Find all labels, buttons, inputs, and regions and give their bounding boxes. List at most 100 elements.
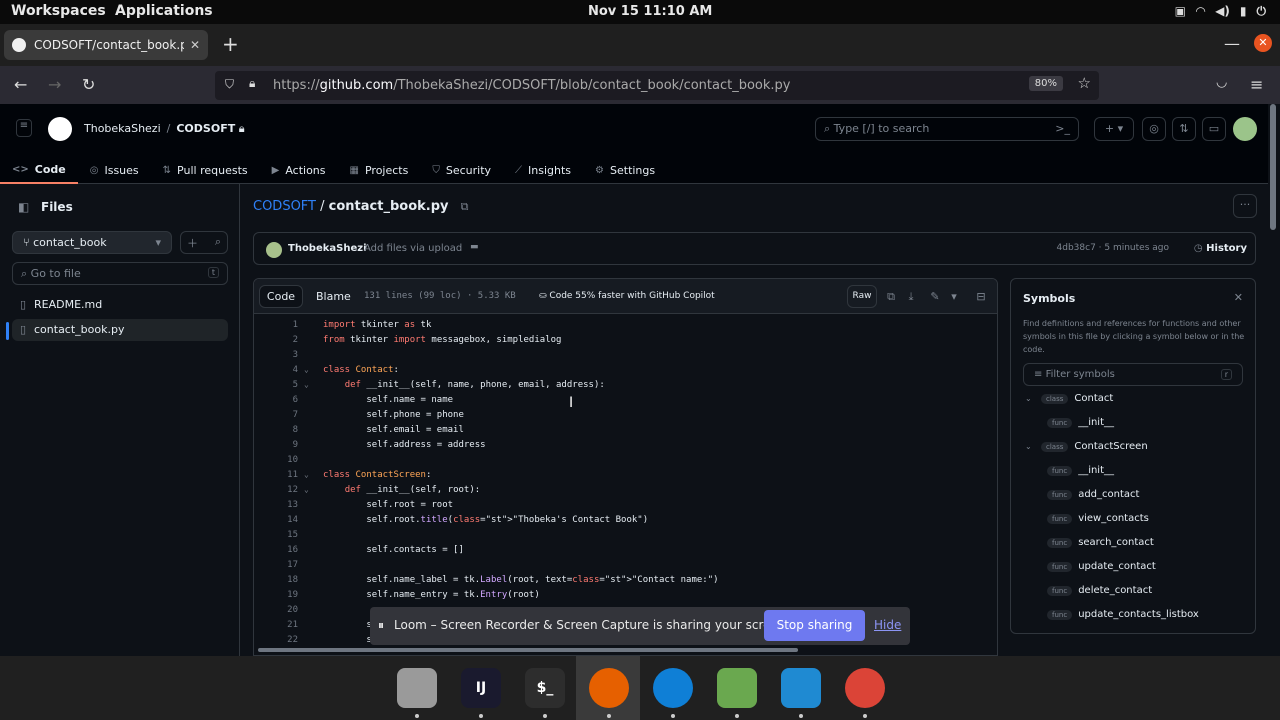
- inbox-icon[interactable]: ▭: [1202, 117, 1226, 141]
- close-tab-icon[interactable]: ✕: [190, 38, 200, 52]
- hide-button[interactable]: Hide: [874, 618, 901, 632]
- chrome-app-icon[interactable]: [845, 668, 885, 708]
- line-number[interactable]: 21: [254, 620, 298, 630]
- line-number[interactable]: 14: [254, 515, 298, 525]
- add-file-button[interactable]: ＋ ⌕: [180, 231, 228, 254]
- line-number[interactable]: 9: [254, 440, 298, 450]
- bookmark-star-icon[interactable]: ☆: [1078, 74, 1091, 92]
- search-files-icon[interactable]: ⌕: [215, 235, 221, 249]
- pull-requests-icon[interactable]: ⇅: [1172, 117, 1196, 141]
- commit-author[interactable]: ThobekaShezi: [288, 243, 367, 254]
- repo-link[interactable]: CODSOFT: [176, 122, 235, 135]
- back-icon[interactable]: ←: [14, 75, 27, 94]
- tab-pull-requests[interactable]: ⇅ Pull requests: [151, 156, 260, 184]
- hamburger-icon[interactable]: ≡: [16, 119, 32, 137]
- horizontal-scrollbar[interactable]: [258, 648, 798, 652]
- more-options-button[interactable]: ···: [1233, 194, 1257, 218]
- line-number[interactable]: 10: [254, 455, 298, 465]
- tab-actions[interactable]: ▶ Actions: [260, 156, 338, 184]
- line-number[interactable]: 16: [254, 545, 298, 555]
- forward-icon[interactable]: →: [48, 75, 61, 94]
- symbol-item[interactable]: func update_contact: [1047, 561, 1156, 572]
- workspaces-menu[interactable]: Workspaces: [11, 3, 106, 19]
- code-body[interactable]: 1 import tkinter as tk 2 from tkinter impor…: [254, 319, 997, 655]
- download-icon[interactable]: ⤓: [901, 285, 921, 308]
- fold-chevron-icon[interactable]: ⌄: [304, 470, 309, 479]
- line-number[interactable]: 4: [254, 365, 298, 375]
- tab-issues[interactable]: ◎ Issues: [78, 156, 151, 184]
- battery-icon[interactable]: ▮: [1240, 4, 1247, 19]
- copilot-promo[interactable]: ⛀ Code 55% faster with GitHub Copilot: [539, 291, 715, 301]
- pocket-icon[interactable]: ◡: [1216, 75, 1227, 90]
- line-number[interactable]: 20: [254, 605, 298, 615]
- url-bar[interactable]: ⛉ 🔒︎ https://github.com/ThobekaShezi/COD…: [215, 71, 1099, 100]
- copy-path-icon[interactable]: ⧉: [461, 200, 469, 213]
- close-icon[interactable]: ✕: [1234, 291, 1243, 304]
- system-tray[interactable]: ▣ ◠ ◀) ▮ ⏻: [1175, 4, 1266, 19]
- files-app-icon[interactable]: [397, 668, 437, 708]
- screen-icon[interactable]: ▣: [1175, 4, 1186, 19]
- vertical-scrollbar[interactable]: [1270, 104, 1276, 230]
- line-number[interactable]: 6: [254, 395, 298, 405]
- issues-icon[interactable]: ◎: [1142, 117, 1166, 141]
- search-input[interactable]: ⌕ Type [/] to search >_: [815, 117, 1079, 141]
- tab-security[interactable]: ⛉ Security: [420, 156, 503, 184]
- create-new-button[interactable]: + ▾: [1094, 117, 1134, 141]
- fold-chevron-icon[interactable]: ⌄: [304, 365, 309, 374]
- menu-icon[interactable]: ≡: [1250, 75, 1263, 94]
- line-number[interactable]: 5: [254, 380, 298, 390]
- pause-icon[interactable]: ⏸: [378, 618, 384, 633]
- chevron-down-icon[interactable]: ▾: [945, 285, 963, 308]
- tab-insights[interactable]: ⟋ Insights: [503, 156, 583, 184]
- code-tab[interactable]: Code: [259, 285, 303, 308]
- line-number[interactable]: 8: [254, 425, 298, 435]
- tab-settings[interactable]: ⚙ Settings: [583, 156, 667, 184]
- history-button[interactable]: ◷ History: [1194, 243, 1247, 254]
- symbol-item[interactable]: func add_contact: [1047, 489, 1139, 500]
- symbols-panel-icon[interactable]: ⊟: [971, 285, 991, 308]
- wifi-icon[interactable]: ◠: [1196, 4, 1205, 19]
- symbol-item[interactable]: ⌄ class ContactScreen: [1025, 441, 1148, 452]
- sidebar-collapse-icon[interactable]: ◧: [18, 200, 29, 214]
- lock-icon[interactable]: 🔒︎: [249, 76, 255, 91]
- github-logo-icon[interactable]: [48, 117, 72, 141]
- chevron-down-icon[interactable]: ⌄: [1025, 394, 1035, 403]
- power-icon[interactable]: ⏻: [1257, 4, 1267, 19]
- copy-icon[interactable]: ⧉: [881, 285, 901, 308]
- command-palette-icon[interactable]: >_: [1055, 122, 1070, 135]
- firefox-app-icon[interactable]: [589, 668, 629, 708]
- tab-projects[interactable]: ▦ Projects: [338, 156, 421, 184]
- reload-icon[interactable]: ↻: [82, 75, 95, 94]
- blame-tab[interactable]: Blame: [316, 290, 351, 303]
- branch-selector[interactable]: ⑂ contact_book ▾: [12, 231, 172, 254]
- archive-manager-app-icon[interactable]: [717, 668, 757, 708]
- fold-chevron-icon[interactable]: ⌄: [304, 485, 309, 494]
- symbol-item[interactable]: func delete_contact: [1047, 585, 1152, 596]
- browser-tab[interactable]: CODSOFT/contact_book.py ✕: [4, 30, 208, 60]
- vscode-app-icon[interactable]: [781, 668, 821, 708]
- line-number[interactable]: 18: [254, 575, 298, 585]
- terminal-app-icon[interactable]: $_: [525, 668, 565, 708]
- commit-meta[interactable]: 4db38c7 · 5 minutes ago: [1057, 243, 1169, 253]
- line-number[interactable]: 3: [254, 350, 298, 360]
- line-number[interactable]: 22: [254, 635, 298, 645]
- volume-icon[interactable]: ◀): [1215, 4, 1230, 19]
- fold-chevron-icon[interactable]: ⌄: [304, 380, 309, 389]
- chevron-down-icon[interactable]: ⌄: [1025, 442, 1035, 451]
- line-number[interactable]: 13: [254, 500, 298, 510]
- tab-code[interactable]: <> Code: [0, 156, 78, 184]
- line-number[interactable]: 1: [254, 320, 298, 330]
- stop-sharing-button[interactable]: Stop sharing: [764, 610, 865, 641]
- line-number[interactable]: 19: [254, 590, 298, 600]
- file-item[interactable]: ▯ README.md: [12, 294, 228, 316]
- line-number[interactable]: 2: [254, 335, 298, 345]
- file-item[interactable]: ▯ contact_book.py: [12, 319, 228, 341]
- clock[interactable]: Nov 15 11:10 AM: [588, 4, 712, 19]
- symbol-item[interactable]: func __init__: [1047, 417, 1114, 428]
- shield-icon[interactable]: ⛉: [225, 77, 234, 92]
- line-number[interactable]: 17: [254, 560, 298, 570]
- symbol-item[interactable]: func update_contacts_listbox: [1047, 609, 1199, 620]
- raw-button[interactable]: Raw: [847, 285, 877, 308]
- symbol-item[interactable]: ⌄ class Contact: [1025, 393, 1113, 404]
- new-tab-button[interactable]: +: [222, 32, 239, 56]
